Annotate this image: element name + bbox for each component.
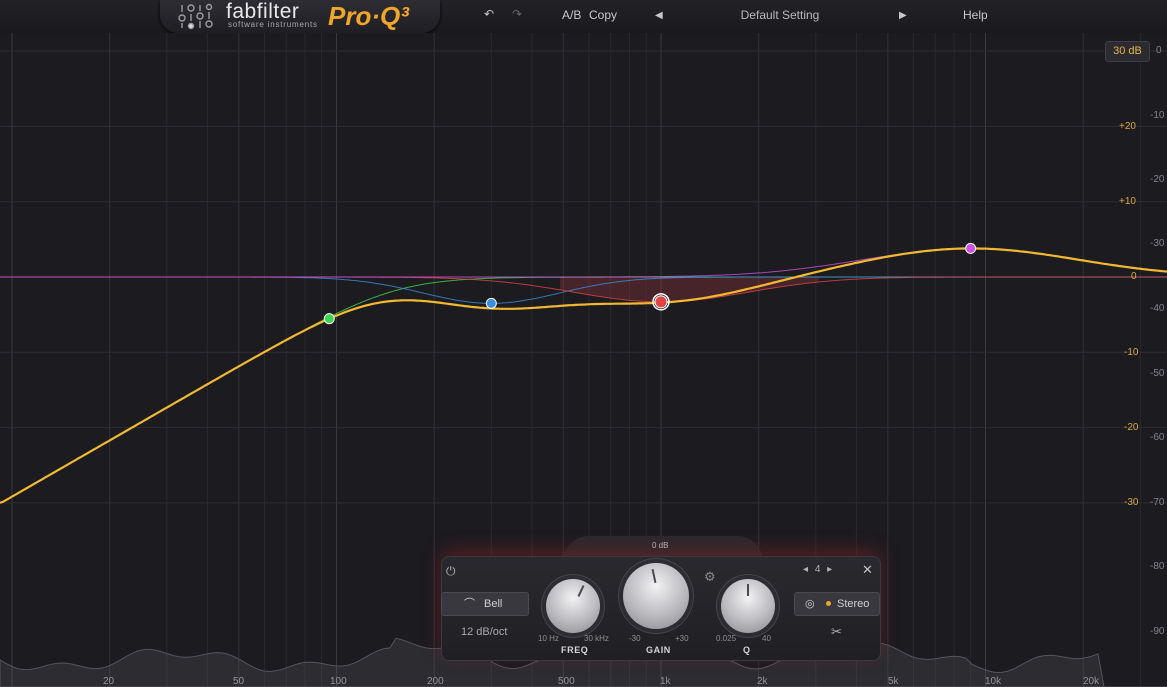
top-bar: fabfilter software instruments Pro·Q³ ↶ … (0, 0, 1167, 34)
freq-label: 10k (985, 676, 1002, 687)
prev-band-icon[interactable]: ◂ (803, 564, 808, 575)
gain-max-label: +30 (675, 634, 689, 643)
freq-label: 1k (660, 676, 671, 687)
freq-label: 100 (330, 676, 347, 687)
display-range-button[interactable]: 30 dB (1105, 41, 1150, 62)
analyzer-scale-label: -90 (1150, 626, 1165, 637)
freq-label: 200 (427, 676, 444, 687)
pro-q3-window: fabfilter software instruments Pro·Q³ ↶ … (0, 0, 1167, 687)
analyzer-scale-label: -50 (1150, 368, 1165, 379)
filter-shape-button[interactable]: ⌒ Bell (441, 592, 529, 616)
gain-min-label: -30 (629, 634, 641, 643)
slope-selector[interactable]: 12 dB/oct (461, 626, 507, 638)
freq-label: 2k (757, 676, 768, 687)
freq-knob[interactable] (546, 579, 600, 633)
eq-scale-label: +10 (1119, 196, 1136, 207)
q-min-label: 0.025 (716, 634, 737, 643)
product-name: Pro·Q³ (328, 1, 409, 31)
prev-preset-icon[interactable]: ◀ (655, 10, 663, 21)
q-knob[interactable] (721, 579, 775, 633)
brand-tagline: software instruments (228, 20, 318, 29)
bell-shape-icon: ⌒ (464, 598, 475, 610)
band-node[interactable] (485, 297, 497, 309)
redo-icon[interactable]: ↷ (512, 7, 522, 21)
analyzer-scale-label: -40 (1150, 303, 1165, 314)
freq-label: 20k (1083, 676, 1100, 687)
analyzer-scale-label: 0 (1156, 45, 1162, 56)
eq-scale-label: -20 (1124, 422, 1139, 433)
next-band-icon[interactable]: ▸ (827, 564, 832, 575)
q-knob-label: Q (743, 645, 751, 655)
eq-scale-label: -30 (1124, 497, 1139, 508)
undo-icon[interactable]: ↶ (484, 7, 494, 21)
eq-scale-label: 0 (1131, 271, 1137, 282)
filter-shape-label: Bell (484, 598, 503, 610)
copy-button[interactable]: Copy (589, 8, 617, 22)
band-node[interactable] (965, 242, 977, 254)
analyzer-scale-label: -60 (1150, 432, 1165, 443)
band-power-icon[interactable]: ⏻ (446, 564, 458, 578)
analyzer-scale-label: -20 (1150, 174, 1165, 185)
freq-max-label: 30 kHz (584, 634, 609, 643)
close-icon[interactable]: ✕ (862, 562, 873, 578)
scissors-icon[interactable]: ✂ (831, 624, 842, 640)
band-node[interactable] (654, 295, 668, 309)
freq-label: 5k (888, 676, 899, 687)
ab-toggle[interactable]: A/B (562, 8, 581, 22)
gear-icon[interactable]: ⚙ (704, 569, 716, 585)
freq-label: 20 (103, 676, 115, 687)
freq-knob-label: FREQ (561, 645, 589, 655)
stereo-label: Stereo (837, 598, 870, 610)
gain-center-label: 0 dB (652, 541, 669, 550)
q-max-label: 40 (762, 634, 771, 643)
analyzer-scale-label: -70 (1150, 497, 1165, 508)
gain-knob[interactable] (623, 563, 689, 629)
freq-label: 50 (233, 676, 245, 687)
stereo-indicator-dot (826, 601, 831, 606)
eq-scale-label: +20 (1119, 121, 1136, 132)
next-preset-icon[interactable]: ▶ (899, 10, 907, 21)
band-number: 4 (814, 564, 821, 575)
freq-label: 500 (558, 676, 575, 687)
stereo-link-icon: ◎ (805, 598, 815, 610)
preset-name[interactable]: Default Setting (700, 8, 860, 22)
eq-scale-label: -10 (1124, 347, 1139, 358)
stereo-placement-button[interactable]: ◎ Stereo (794, 592, 880, 616)
freq-min-label: 10 Hz (538, 634, 559, 643)
band-node[interactable] (323, 313, 335, 325)
band-selector[interactable]: ◂ 4 ▸ (803, 564, 832, 575)
fabfilter-logo-icon (178, 3, 213, 30)
analyzer-scale-label: -80 (1150, 561, 1165, 572)
gain-knob-label: GAIN (646, 645, 671, 655)
help-button[interactable]: Help (963, 8, 988, 22)
analyzer-scale-label: -10 (1150, 110, 1165, 121)
analyzer-scale-label: -30 (1150, 238, 1165, 249)
